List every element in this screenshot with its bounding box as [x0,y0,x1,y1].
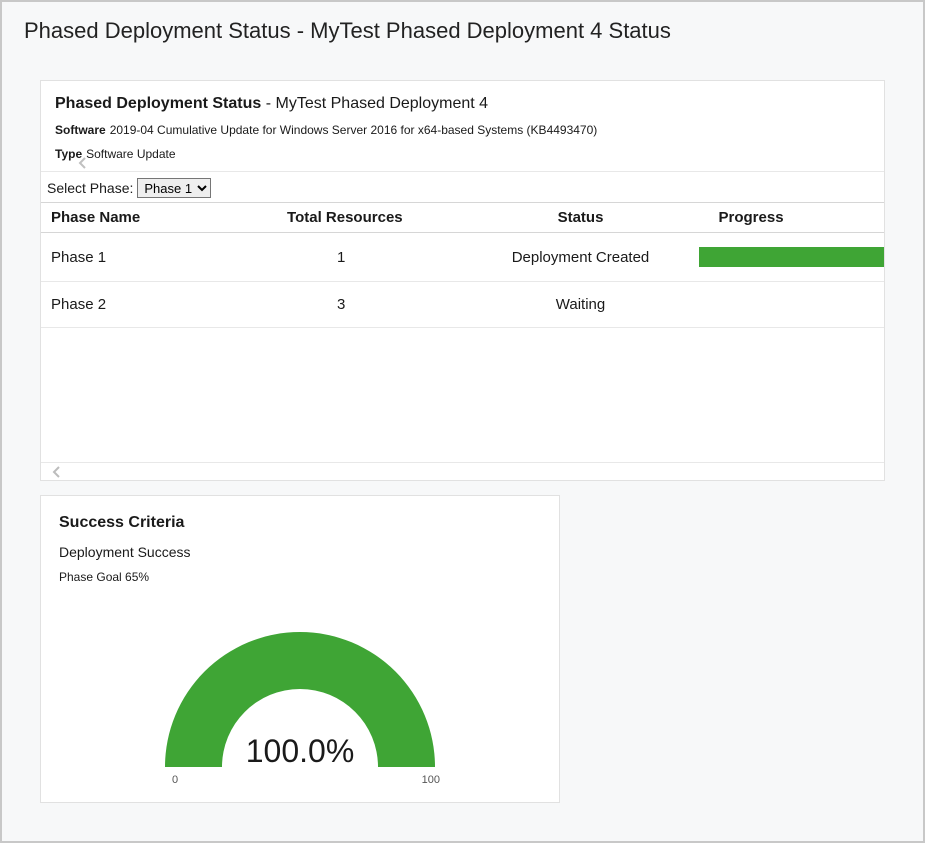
th-phase-name[interactable]: Phase Name [41,203,277,233]
software-meta: Software 2019-04 Cumulative Update for Wi… [55,123,870,137]
panel-title-strong: Phased Deployment Status [55,95,261,112]
chevron-left-icon[interactable] [51,465,63,481]
cell-status: Waiting [462,282,698,328]
chevron-left-icon [77,157,87,167]
gauge-tick-max: 100 [422,774,440,786]
gauge-value-label: 100.0% [130,733,470,770]
panel-title-sep: - [261,95,275,112]
progress-bar [699,247,884,267]
th-progress[interactable]: Progress [699,203,884,233]
table-row[interactable]: Phase 11Deployment Created [41,233,884,282]
status-panel: Phased Deployment Status - MyTest Phased… [40,80,885,481]
success-criteria-panel: Success Criteria Deployment Success Phas… [40,495,560,803]
type-meta: TypeSoftware Update [55,147,870,161]
phase-select[interactable]: Phase 1 [137,178,211,198]
gauge-tick-min: 0 [172,774,178,786]
gauge-chart: 100.0% 0 100 [130,592,470,792]
table-row[interactable]: Phase 23Waiting [41,282,884,328]
phase-table-area: Phase Name Total Resources Status Progre… [41,202,884,462]
horizontal-scrollbar[interactable] [41,462,884,480]
software-value: 2019-04 Cumulative Update for Windows Se… [110,123,598,137]
cell-total-resources: 3 [277,282,462,328]
cell-progress [699,233,884,282]
table-header-row: Phase Name Total Resources Status Progre… [41,203,884,233]
page-title: Phased Deployment Status - MyTest Phased… [2,2,923,52]
th-status[interactable]: Status [462,203,698,233]
cell-progress [699,282,884,328]
cell-phase-name: Phase 2 [41,282,277,328]
panel-title-rest: MyTest Phased Deployment 4 [276,95,489,112]
cell-total-resources: 1 [277,233,462,282]
phase-table: Phase Name Total Resources Status Progre… [41,202,884,328]
cell-phase-name: Phase 1 [41,233,277,282]
th-total-resources[interactable]: Total Resources [277,203,462,233]
criteria-subtitle: Deployment Success [59,544,541,560]
panel-header: Phased Deployment Status - MyTest Phased… [41,81,884,172]
cell-status: Deployment Created [462,233,698,282]
software-label: Software [55,123,106,137]
phase-goal-label: Phase Goal 65% [59,570,541,584]
panel-title: Phased Deployment Status - MyTest Phased… [55,95,870,113]
type-value: Software Update [86,147,175,161]
phase-select-row: Select Phase: Phase 1 [41,172,884,202]
phase-select-label: Select Phase: [47,180,133,196]
criteria-title: Success Criteria [59,514,541,532]
